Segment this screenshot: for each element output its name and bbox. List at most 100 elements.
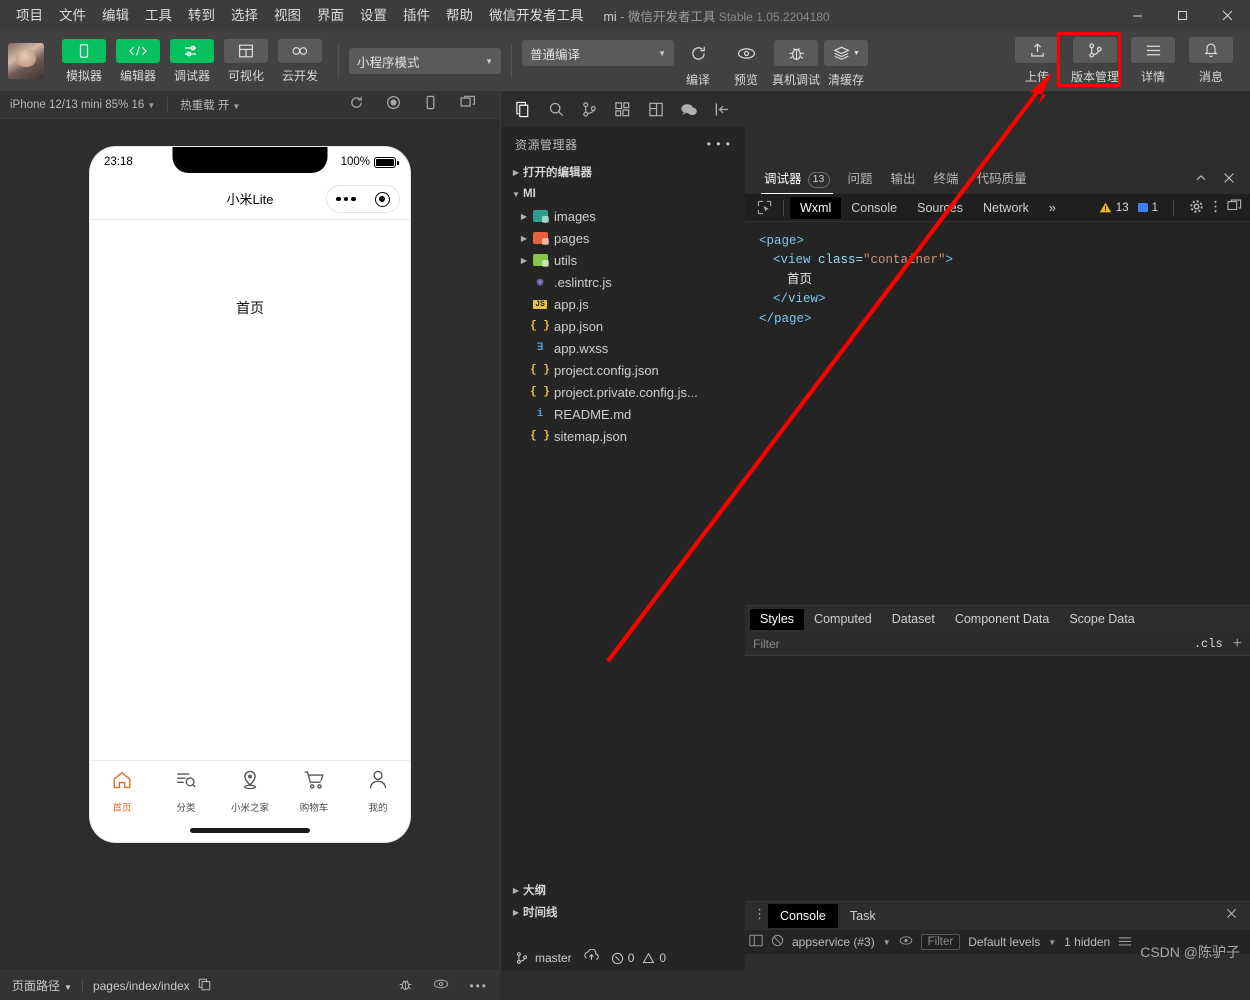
console-eye-icon[interactable] xyxy=(899,935,913,949)
toolbar-action-预览[interactable]: 预览 xyxy=(724,40,768,88)
styles-tab-Computed[interactable]: Computed xyxy=(804,609,882,630)
page-path-select[interactable]: 页面路径 ▼ xyxy=(12,977,72,994)
maximize-button[interactable] xyxy=(1160,0,1205,31)
styles-tab-Component Data[interactable]: Component Data xyxy=(945,609,1060,630)
toolbar-action-清缓存[interactable]: ▼ 清缓存 xyxy=(824,40,869,88)
git-branch[interactable]: master xyxy=(515,951,572,965)
console-filter-input[interactable]: Filter xyxy=(920,934,961,950)
panel-tab-输出[interactable]: 输出 xyxy=(882,165,925,194)
toolbar-button-详情[interactable]: 详情 xyxy=(1127,37,1179,85)
tree-item-utils[interactable]: ▶ utils xyxy=(501,249,745,271)
styles-tab-Scope Data[interactable]: Scope Data xyxy=(1059,609,1144,630)
record-icon[interactable] xyxy=(386,95,401,115)
more-icon[interactable]: • • • xyxy=(707,137,731,151)
menu-item-7[interactable]: 界面 xyxy=(309,5,352,27)
minimize-button[interactable] xyxy=(1115,0,1160,31)
console-levels-select[interactable]: Default levels xyxy=(968,935,1040,949)
mode-select[interactable]: 小程序模式 ▼ xyxy=(349,48,501,74)
error-count[interactable]: 0 xyxy=(611,951,634,965)
sync-icon[interactable] xyxy=(584,948,599,967)
warning-count[interactable]: 0 xyxy=(642,951,666,965)
tree-item-app.json[interactable]: ▶{ }app.json xyxy=(501,315,745,337)
tree-section-大纲[interactable]: ▶ 大纲 xyxy=(501,879,745,901)
collapse-icon[interactable] xyxy=(706,92,739,126)
more-vertical-icon[interactable] xyxy=(1213,199,1218,217)
extensions-icon[interactable] xyxy=(606,92,639,126)
menu-item-8[interactable]: 设置 xyxy=(352,5,395,27)
menu-item-11[interactable]: 微信开发者工具 xyxy=(481,5,592,27)
panel-tab-代码质量[interactable]: 代码质量 xyxy=(968,165,1036,194)
message-badge[interactable]: 1 xyxy=(1137,202,1158,214)
menu-item-3[interactable]: 工具 xyxy=(137,5,180,27)
inspector-tab-Wxml[interactable]: Wxml xyxy=(790,196,842,219)
files-icon[interactable] xyxy=(507,92,540,126)
panel-tab-终端[interactable]: 终端 xyxy=(925,165,968,194)
add-rule-button[interactable]: + xyxy=(1233,635,1242,653)
device-select[interactable]: iPhone 12/13 mini 85% 16 ▼ xyxy=(10,99,155,111)
multi-window-icon[interactable] xyxy=(460,95,476,115)
source-control-icon[interactable] xyxy=(573,92,606,126)
tree-item-app.wxss[interactable]: ▶Ǝapp.wxss xyxy=(501,337,745,359)
inspector-tab-Console[interactable]: Console xyxy=(841,197,907,219)
menu-item-6[interactable]: 视图 xyxy=(266,5,309,27)
inspect-element-icon[interactable] xyxy=(751,197,777,219)
phone-tab-小米之家[interactable]: 小米之家 xyxy=(218,769,282,814)
toolbar-action-编译[interactable]: 编译 xyxy=(676,40,720,88)
inspector-tab-»[interactable]: » xyxy=(1039,197,1066,219)
wxml-code[interactable]: <page> <view class="container"> 首页 </view> <… xyxy=(745,222,1250,329)
toolbar-button-调试器[interactable]: 调试器 xyxy=(166,38,218,84)
close-target-icon[interactable] xyxy=(374,191,390,207)
tree-section-MI[interactable]: ▼ MI xyxy=(501,183,745,205)
toolbar-button-消息[interactable]: 消息 xyxy=(1185,37,1237,85)
drag-handle-icon[interactable] xyxy=(751,907,768,926)
tree-item-pages[interactable]: ▶ pages xyxy=(501,227,745,249)
tree-item-project.private.config.js...[interactable]: ▶{ }project.private.config.js... xyxy=(501,381,745,403)
panel-tab-问题[interactable]: 问题 xyxy=(839,165,882,194)
phone-tab-首页[interactable]: 首页 xyxy=(90,769,154,814)
more-icon[interactable]: ••• xyxy=(469,979,488,993)
tab-console[interactable]: Console xyxy=(768,904,838,928)
cls-button[interactable]: .cls xyxy=(1194,637,1223,651)
console-sidebar-icon[interactable] xyxy=(749,934,763,950)
menu-item-9[interactable]: 插件 xyxy=(395,5,438,27)
toolbar-button-编辑器[interactable]: 编辑器 xyxy=(112,38,164,84)
phone-tab-分类[interactable]: 分类 xyxy=(154,769,218,814)
warning-badge[interactable]: 13 xyxy=(1099,201,1129,214)
phone-simulator[interactable]: 23:18 100% 小米Lite 首页 首页 分类 小米之家 购物车 我的 xyxy=(90,147,410,842)
eye-icon[interactable] xyxy=(433,978,449,993)
toolbar-action-真机调试[interactable]: 真机调试 xyxy=(772,40,820,88)
refresh-icon[interactable] xyxy=(349,95,364,115)
clear-console-icon[interactable] xyxy=(771,934,784,950)
wechat-capsule[interactable] xyxy=(326,185,400,213)
close-icon[interactable] xyxy=(1222,171,1236,188)
tree-item-README.md[interactable]: ▶iREADME.md xyxy=(501,403,745,425)
console-context-select[interactable]: appservice (#3) xyxy=(792,935,875,949)
wechat-icon[interactable] xyxy=(673,92,706,126)
snippets-icon[interactable] xyxy=(640,92,673,126)
menu-item-2[interactable]: 编辑 xyxy=(94,5,137,27)
phone-tab-我的[interactable]: 我的 xyxy=(346,769,410,814)
search-icon[interactable] xyxy=(540,92,573,126)
toolbar-button-云开发[interactable]: 云开发 xyxy=(274,38,326,84)
tree-item-project.config.json[interactable]: ▶{ }project.config.json xyxy=(501,359,745,381)
chevron-up-icon[interactable] xyxy=(1194,171,1208,188)
tree-item-app.js[interactable]: ▶JSapp.js xyxy=(501,293,745,315)
compile-select[interactable]: 普通编译 ▼ xyxy=(522,40,674,66)
dock-icon[interactable] xyxy=(1227,199,1242,216)
toolbar-button-版本管理[interactable]: 版本管理 xyxy=(1069,37,1121,85)
phone-tab-购物车[interactable]: 购物车 xyxy=(282,769,346,814)
gear-icon[interactable] xyxy=(1189,199,1204,217)
rotate-icon[interactable] xyxy=(423,95,438,115)
copy-icon[interactable] xyxy=(198,978,211,994)
toolbar-button-可视化[interactable]: 可视化 xyxy=(220,38,272,84)
panel-tab-调试器[interactable]: 调试器 13 xyxy=(755,165,839,194)
inspector-tab-Network[interactable]: Network xyxy=(973,197,1039,219)
styles-filter-input[interactable]: Filter xyxy=(753,637,1194,651)
bug-icon[interactable] xyxy=(398,977,413,995)
styles-tab-Styles[interactable]: Styles xyxy=(750,608,805,630)
styles-tab-Dataset[interactable]: Dataset xyxy=(882,609,945,630)
more-dots-icon[interactable] xyxy=(336,196,356,202)
menu-item-10[interactable]: 帮助 xyxy=(438,5,481,27)
tree-item-.eslintrc.js[interactable]: ▶◉.eslintrc.js xyxy=(501,271,745,293)
tab-task[interactable]: Task xyxy=(838,904,888,928)
